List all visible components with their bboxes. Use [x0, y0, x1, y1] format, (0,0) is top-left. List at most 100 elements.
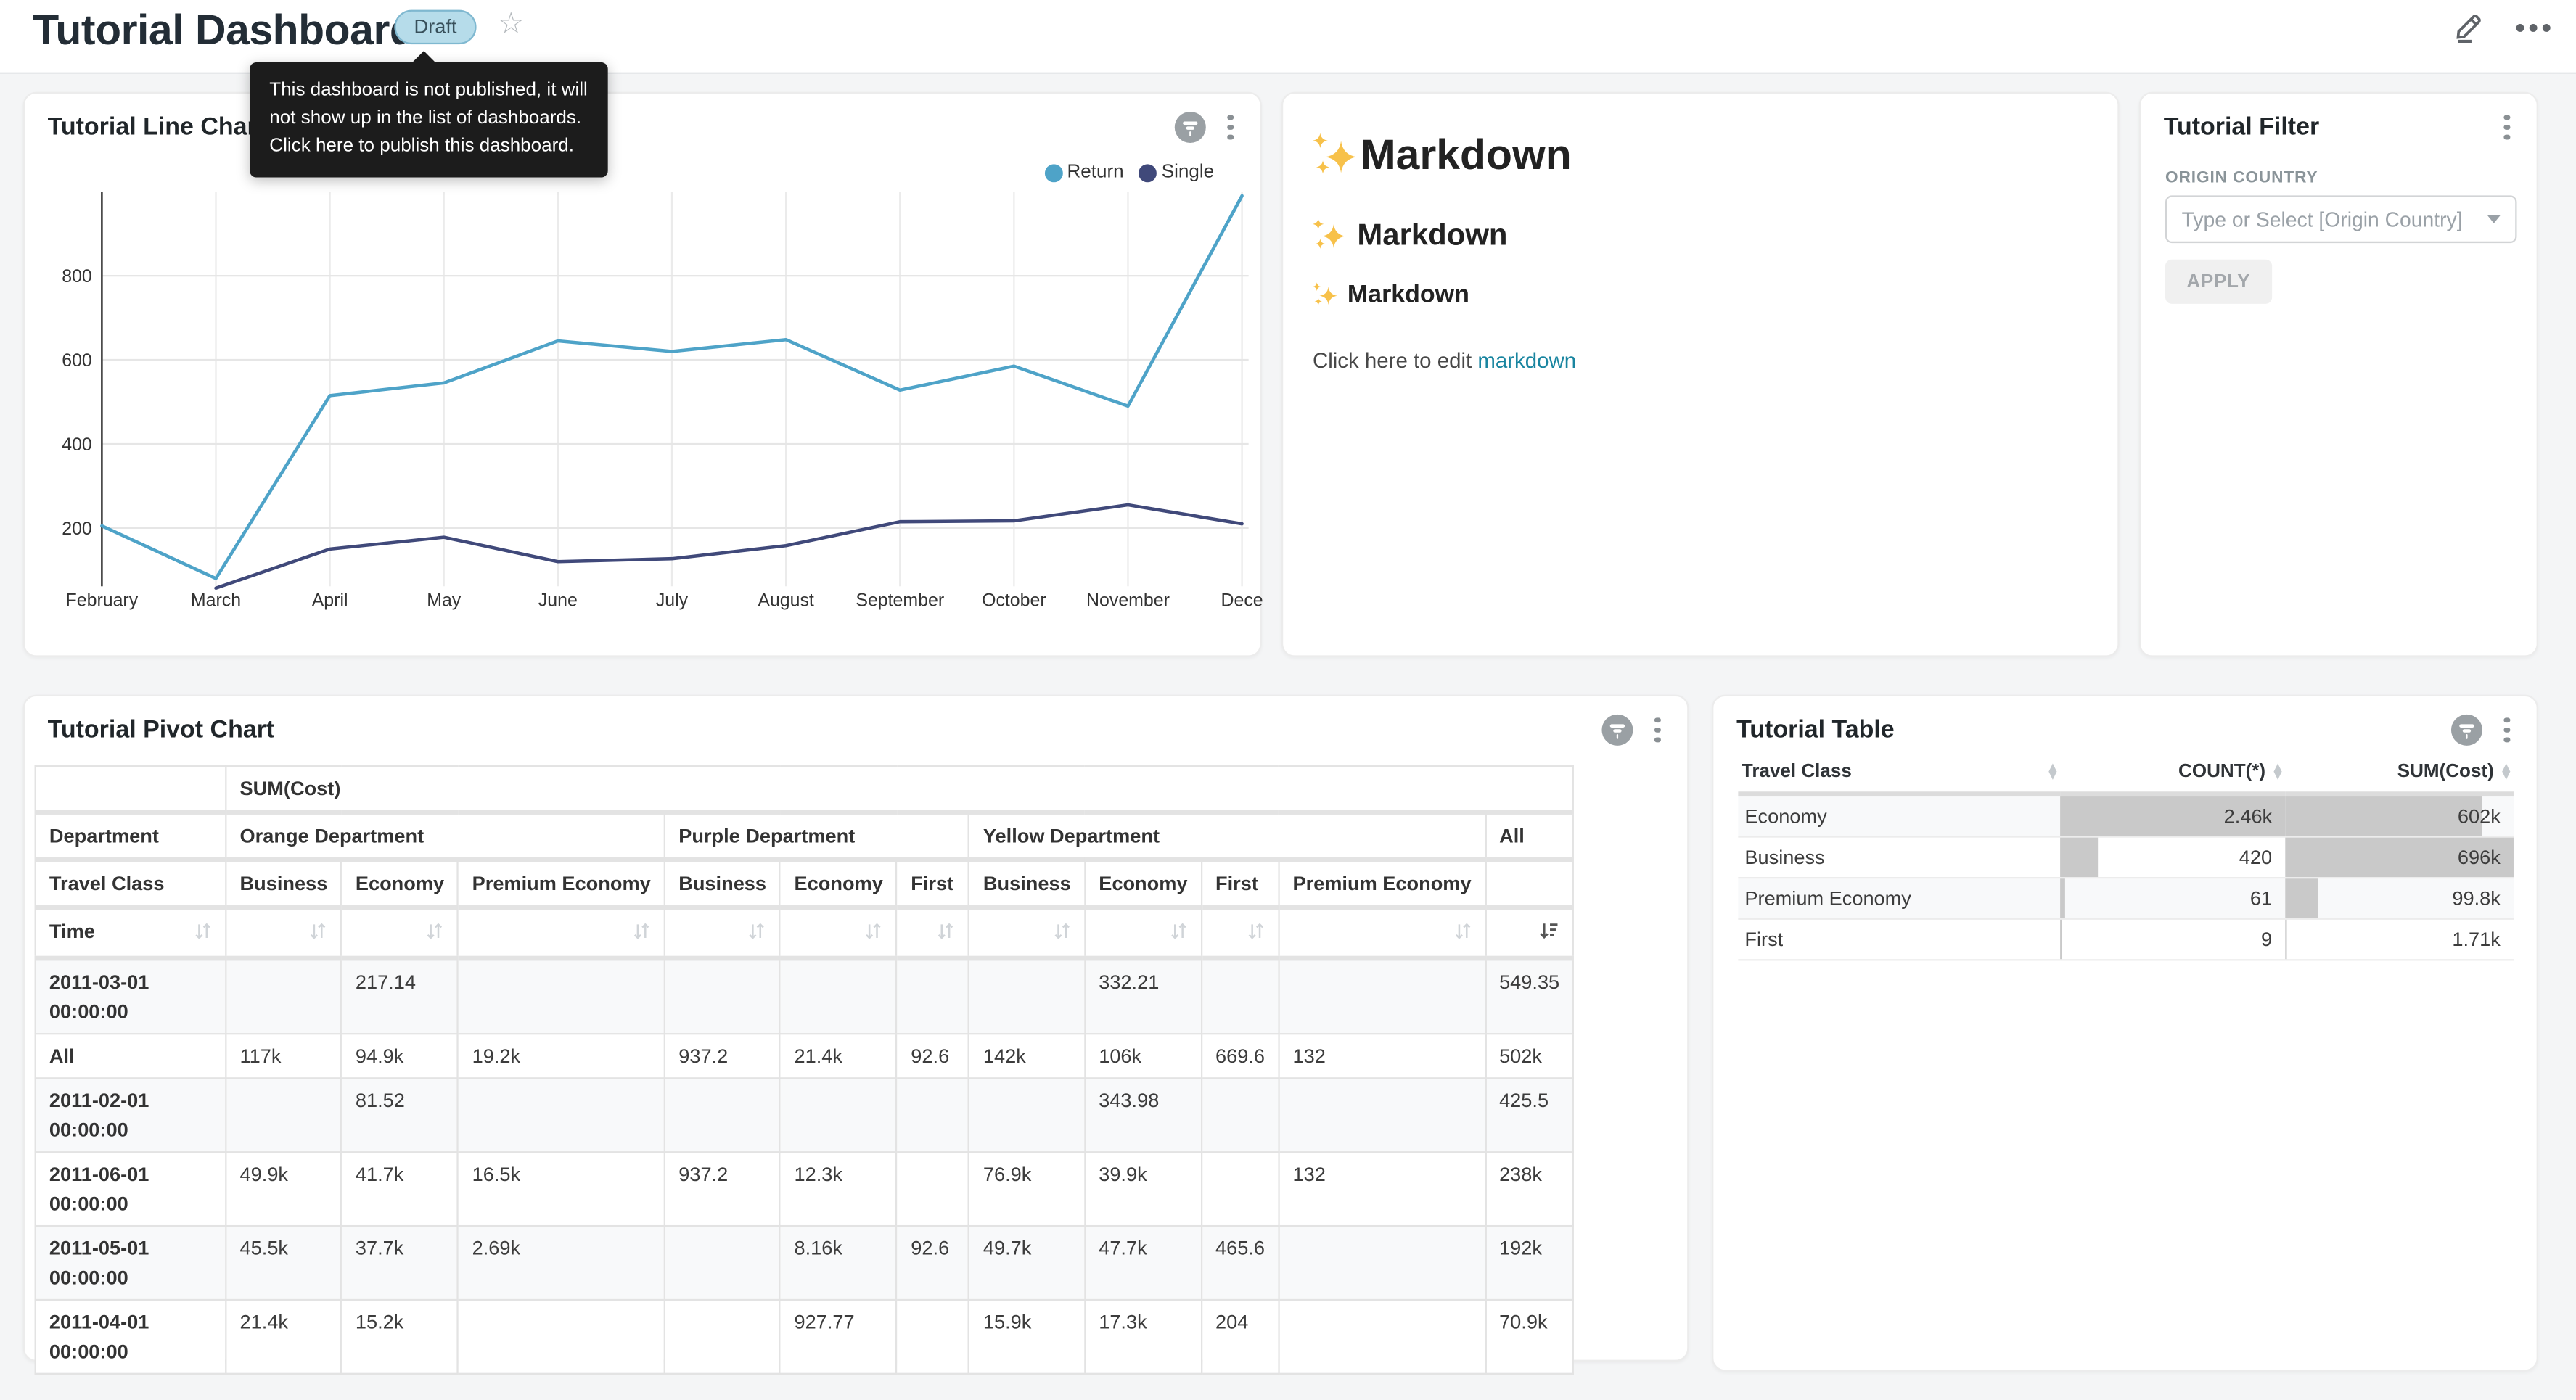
filter-menu-icon[interactable] [2497, 112, 2516, 143]
pivot-dept-header[interactable]: All [1485, 812, 1574, 860]
pivot-value-cell: 332.21 [1085, 958, 1202, 1034]
pivot-metric-header[interactable]: SUM(Cost) [226, 766, 1573, 812]
sort-icon[interactable] [1053, 920, 1071, 950]
filter-card: Tutorial Filter ORIGIN COUNTRY Type or S… [2139, 92, 2538, 657]
sort-icon[interactable] [865, 920, 883, 950]
filter-indicator-icon[interactable] [2451, 715, 2482, 746]
favorite-star-icon[interactable]: ☆ [498, 7, 525, 41]
pivot-class-header[interactable]: Economy [1085, 860, 1202, 907]
table-row[interactable]: Premium Economy6199.8k [1738, 878, 2514, 919]
pivot-dept-header[interactable]: Orange Department [226, 812, 665, 860]
chart-menu-icon[interactable] [1221, 112, 1240, 143]
pivot-value-cell: 8.16k [780, 1226, 897, 1300]
pivot-value-cell [897, 1152, 969, 1226]
pivot-row: 2011-04-01 00:00:0021.4k15.2k927.7715.9k… [36, 1300, 1574, 1374]
pivot-class-header[interactable]: Premium Economy [1279, 860, 1485, 907]
pivot-sort-cell[interactable] [780, 907, 897, 958]
pivot-row-header[interactable]: 2011-06-01 00:00:00 [36, 1152, 226, 1226]
pivot-sort-cell[interactable] [458, 907, 665, 958]
pivot-value-cell: 132 [1279, 1034, 1485, 1078]
sort-icon[interactable] [748, 920, 766, 950]
pivot-row-header[interactable]: All [36, 1034, 226, 1078]
pivot-row-header[interactable]: 2011-03-01 00:00:00 [36, 958, 226, 1034]
pivot-value-cell [665, 1226, 780, 1300]
pivot-dept-header[interactable]: Purple Department [665, 812, 969, 860]
pivot-class-header[interactable]: Business [969, 860, 1085, 907]
pivot-row-header[interactable]: 2011-02-01 00:00:00 [36, 1078, 226, 1152]
pivot-value-cell: 192k [1485, 1226, 1574, 1300]
sort-icon[interactable] [633, 920, 651, 950]
sort-desc-active-icon[interactable] [1540, 920, 1559, 950]
svg-text:March: March [191, 590, 241, 610]
origin-country-select[interactable]: Type or Select [Origin Country] [2165, 195, 2517, 243]
chart-menu-icon[interactable] [1648, 715, 1668, 746]
table-row[interactable]: First91.71k [1738, 919, 2514, 960]
pivot-row-header[interactable]: 2011-05-01 00:00:00 [36, 1226, 226, 1300]
draft-badge[interactable]: Draft [394, 10, 476, 45]
sort-icon[interactable] [1247, 920, 1265, 950]
pivot-value-cell [458, 958, 665, 1034]
pivot-class-header[interactable] [1485, 860, 1574, 907]
pivot-dept-header[interactable]: Yellow Department [969, 812, 1485, 860]
pivot-sort-cell[interactable] [969, 907, 1085, 958]
pivot-sort-cell[interactable] [226, 907, 341, 958]
pivot-value-cell: 16.5k [458, 1152, 665, 1226]
line-chart-plot[interactable]: 200400600800FebruaryMarchAprilMayJuneJul… [25, 192, 1263, 613]
filter-indicator-icon[interactable] [1601, 715, 1633, 746]
table-row[interactable]: Business420696k [1738, 837, 2514, 878]
pivot-class-header[interactable]: Economy [342, 860, 459, 907]
sparkles-icon [1313, 133, 1357, 177]
more-ellipsis-icon[interactable] [2514, 8, 2553, 44]
pivot-sort-cell[interactable] [1202, 907, 1279, 958]
pivot-value-cell: 549.35 [1485, 958, 1574, 1034]
pivot-sort-cell[interactable] [1279, 907, 1485, 958]
column-header-travel-class[interactable]: Travel Class▲▼ [1742, 762, 2057, 782]
pivot-sort-cell[interactable] [342, 907, 459, 958]
svg-text:May: May [427, 590, 462, 610]
sort-icon[interactable] [426, 920, 444, 950]
sort-icon[interactable] [1453, 920, 1472, 950]
column-header-count[interactable]: COUNT(*)▲▼ [2064, 762, 2282, 782]
count-bar [2060, 838, 2099, 877]
legend-item-single[interactable]: Single [1139, 162, 1214, 182]
chart-menu-icon[interactable] [2497, 715, 2516, 746]
pivot-value-cell: 425.5 [1485, 1078, 1574, 1152]
pivot-value-cell: 465.6 [1202, 1226, 1279, 1300]
pivot-class-header[interactable]: First [897, 860, 969, 907]
legend-dot [1139, 163, 1157, 181]
pivot-time-label[interactable]: Time [36, 907, 226, 958]
table-row[interactable]: Economy2.46k602k [1738, 794, 2514, 837]
sort-icon[interactable] [1170, 920, 1188, 950]
legend-item-return[interactable]: Return [1044, 162, 1124, 182]
pivot-class-header[interactable]: Economy [780, 860, 897, 907]
sort-icon[interactable] [309, 920, 327, 950]
pivot-sort-cell[interactable] [1085, 907, 1202, 958]
markdown-edit-link[interactable]: markdown [1477, 348, 1576, 373]
pivot-sort-cell[interactable] [665, 907, 780, 958]
pivot-value-cell: 217.14 [342, 958, 459, 1034]
apply-button[interactable]: APPLY [2165, 260, 2272, 304]
sort-icon[interactable] [938, 920, 956, 950]
pivot-value-cell: 41.7k [342, 1152, 459, 1226]
column-header-sum-cost[interactable]: SUM(Cost)▲▼ [2289, 762, 2511, 782]
svg-text:June: June [538, 590, 578, 610]
count-cell: 2.46k [2224, 796, 2272, 836]
sum-bar [2285, 920, 2286, 959]
pivot-table: SUM(Cost)DepartmentOrange DepartmentPurp… [35, 765, 1575, 1375]
pivot-value-cell [226, 958, 341, 1034]
pivot-sort-cell-active[interactable] [1485, 907, 1574, 958]
pivot-class-header[interactable]: Premium Economy [458, 860, 665, 907]
pivot-class-header[interactable]: Business [665, 860, 780, 907]
edit-pencil-icon[interactable] [2451, 8, 2487, 44]
pivot-sort-cell[interactable] [897, 907, 969, 958]
sort-icon[interactable] [194, 920, 212, 950]
pivot-class-header[interactable]: Business [226, 860, 341, 907]
pivot-row-header[interactable]: 2011-04-01 00:00:00 [36, 1300, 226, 1374]
pivot-value-cell: 94.9k [342, 1034, 459, 1078]
pivot-value-cell [1202, 958, 1279, 1034]
markdown-h3: Markdown [1313, 281, 2088, 308]
pivot-value-cell: 238k [1485, 1152, 1574, 1226]
origin-country-label: ORIGIN COUNTRY [2165, 169, 2318, 187]
filter-indicator-icon[interactable] [1175, 112, 1206, 143]
pivot-class-header[interactable]: First [1202, 860, 1279, 907]
